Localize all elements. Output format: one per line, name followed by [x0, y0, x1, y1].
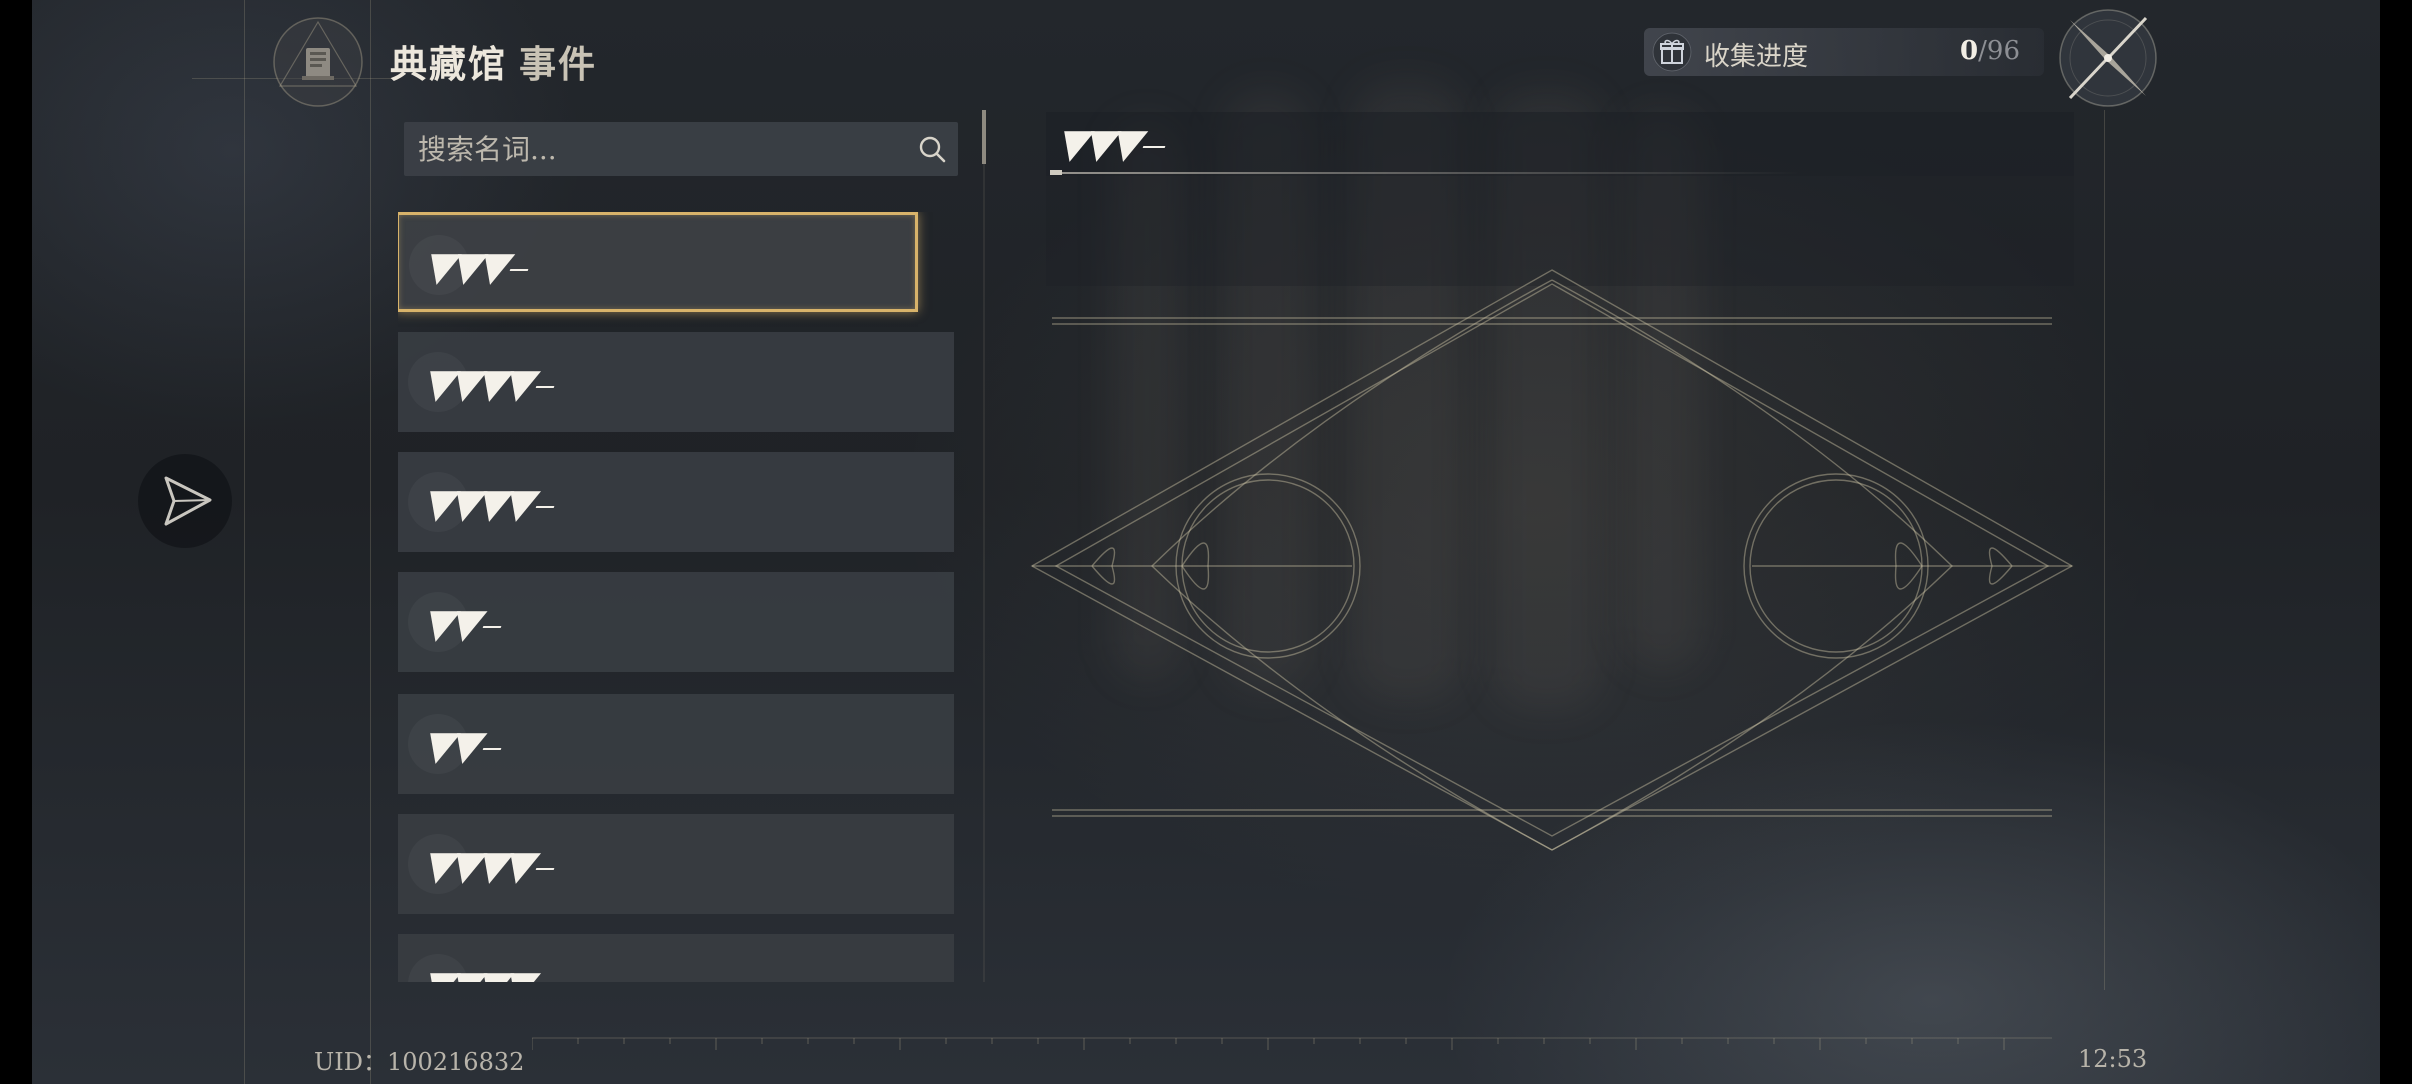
list-scroll-track: [983, 164, 985, 982]
list-item-selected[interactable]: ▼▼▼: [398, 212, 918, 312]
progress-total: 96: [1986, 36, 2020, 66]
list-item-label: ▼▼▼: [420, 243, 536, 290]
list-item-label: ▼▼▼▼: [419, 360, 562, 407]
compass-icon[interactable]: [2054, 4, 2162, 112]
progress-label: 收集进度: [1704, 42, 1809, 72]
list-item[interactable]: ▼▼: [398, 694, 954, 794]
collection-progress[interactable]: 收集进度 0/96: [1644, 28, 2044, 76]
user-uid: UID：100216832: [314, 1048, 525, 1076]
page-title: 典藏馆 事件: [390, 34, 597, 88]
progress-separator: /: [1978, 36, 1987, 66]
frame-line: [2104, 110, 2105, 990]
paper-plane-icon: [164, 476, 212, 526]
frame-line: [370, 0, 371, 1084]
clock-time: 12:53: [2078, 1045, 2148, 1073]
list-item-label: ▼▼: [419, 600, 509, 647]
list-item-label: ▼▼▼▼: [419, 480, 562, 527]
game-screen: 典藏馆 事件 收集进度 0/96 搜索名词... ▼▼▼ ▼▼▼▼ ▼▼▼▼ ▼…: [32, 0, 2380, 1084]
search-input[interactable]: [418, 122, 888, 176]
list-scrollbar-thumb[interactable]: [982, 110, 986, 164]
detail-header: ▼▼▼: [1046, 112, 2074, 176]
progress-count: 0/96: [1960, 36, 2020, 66]
list-item[interactable]: ▼▼: [398, 572, 954, 672]
list-item[interactable]: ▼▼▼▼: [398, 814, 954, 914]
search-box: [404, 122, 958, 176]
list-item-label: ▼▼: [419, 722, 509, 769]
event-list: ▼▼▼ ▼▼▼▼ ▼▼▼▼ ▼▼ ▼▼ ▼▼▼▼ ▼▼▼▼: [398, 212, 954, 982]
detail-title: ▼▼▼: [1053, 120, 1173, 167]
codex-emblem-icon: [273, 17, 363, 107]
list-item-label: ▼▼▼▼: [419, 962, 562, 982]
detail-underline: [1050, 172, 1800, 174]
ornament-diamond-icon: [1030, 269, 2074, 851]
list-item[interactable]: ▼▼▼▼: [398, 452, 954, 552]
side-menu-button[interactable]: [138, 454, 232, 548]
page-title-category: 事件: [519, 42, 597, 86]
page-title-main: 典藏馆: [390, 42, 507, 86]
progress-current: 0: [1960, 36, 1979, 66]
list-item[interactable]: ▼▼▼▼: [398, 332, 954, 432]
list-item[interactable]: ▼▼▼▼: [398, 934, 954, 982]
search-icon[interactable]: [916, 133, 948, 165]
gift-box-icon: [1652, 32, 1692, 72]
detail-underline-cap: [1050, 170, 1062, 175]
frame-line: [244, 0, 245, 1084]
list-item-label: ▼▼▼▼: [419, 842, 562, 889]
decorative-ruler: [532, 1037, 2052, 1050]
